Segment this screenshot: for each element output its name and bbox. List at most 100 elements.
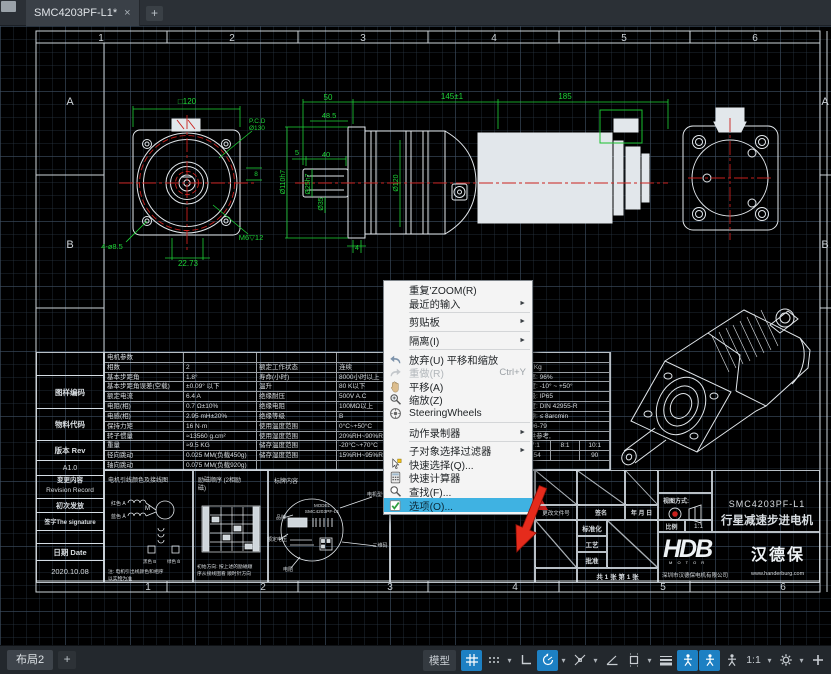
document-tab-bar: SMC4203PF-L1* × + — [0, 0, 831, 26]
tb-date-value: 2020.10.08 — [36, 560, 104, 583]
scale-label: 比例 — [658, 520, 685, 532]
param-table-cell: 储存温度范围 — [257, 441, 337, 451]
menu-item[interactable]: 子对象选择过滤器► — [384, 444, 532, 458]
cell-excitation: 励磁顺序 (2相励 磁) 初始方向: 按上述的励磁顺 序从接线图看 顺时针方向 — [193, 470, 268, 583]
chevron-down-icon[interactable]: ▾ — [591, 650, 600, 671]
snap-toggle-icon[interactable] — [483, 650, 504, 671]
tb-rev-label: 版本 Rev — [36, 440, 104, 461]
lineweight-toggle-icon[interactable] — [655, 650, 676, 671]
motor-symbol-m: M — [145, 506, 150, 512]
chevron-down-icon[interactable]: ▾ — [765, 650, 774, 671]
menu-item-label: 剪贴板 — [409, 314, 440, 329]
param-table-cell: 间隙: ≤ 8arcmin — [521, 412, 610, 422]
menu-item-shortcut: Ctrl+Y — [499, 367, 526, 378]
model-number: SMC4203PF-L1 — [713, 499, 820, 509]
find-icon — [388, 485, 402, 499]
param-table-cell: 额定工作状态 — [257, 363, 337, 373]
param-table-cell: 转子惯量 — [105, 432, 184, 442]
submenu-arrow-icon: ► — [519, 429, 526, 436]
plus-toggle-icon[interactable] — [807, 650, 828, 671]
param-table-row: 重量≈9.5 KG储存温度范围-20°C~+70°C7:18:110:1 — [105, 441, 610, 451]
close-tab-icon[interactable]: × — [124, 7, 130, 19]
menu-separator — [409, 349, 530, 350]
person-toggle-icon[interactable] — [677, 650, 698, 671]
tbr-blank-6 — [535, 568, 577, 583]
polar-toggle-icon[interactable] — [537, 650, 558, 671]
tbr-change-no: 更改文件号 — [535, 505, 577, 520]
param-table-cell: ≈9.5 KG — [184, 441, 257, 451]
otrack-toggle-icon[interactable] — [569, 650, 590, 671]
menu-item[interactable]: 缩放(Z) — [384, 393, 532, 407]
pan-icon — [388, 380, 402, 394]
param-table-row: 转子惯量≈13560 g.cm²使用湿度范围20%RH~90%RH仅供参考, — [105, 432, 610, 442]
menu-item-label: 选项(O)... — [409, 498, 453, 513]
param-table-cell: ±0.09° 以下 — [184, 382, 257, 392]
menu-item[interactable]: 剪贴板► — [384, 315, 532, 329]
menu-item[interactable]: 动作录制器► — [384, 425, 532, 439]
wire-b2-label: 绿色 B̄ — [167, 559, 180, 565]
menu-item[interactable]: 平移(A) — [384, 380, 532, 394]
param-table-cell: 基本步距角误差(空载) — [105, 382, 184, 392]
model-space-button[interactable]: 模型 — [423, 650, 456, 671]
cell-wiring: 电机引线颜色及接线图 红色 A 蓝色 Ā M 黑色 B 绿色 B̄ 注: 电机引… — [104, 470, 193, 583]
tb-rev-value: A1.0 — [36, 460, 104, 476]
menu-item[interactable]: 快速选择(Q)... — [384, 458, 532, 472]
tb-change-cn: 变更内容 — [37, 476, 103, 486]
objsnap-toggle-icon[interactable] — [623, 650, 644, 671]
company-name: 深圳市汉德保电机有限公司 — [662, 571, 728, 579]
param-table-row: 基本步距角误差(空载)±0.09° 以下温升80 K以下温度: -10° ~ +… — [105, 382, 610, 392]
new-tab-button[interactable]: + — [146, 6, 163, 21]
nameplate-title: 标牌内容 — [274, 476, 298, 485]
menu-item[interactable]: 快速计算器 — [384, 471, 532, 485]
chevron-down-icon[interactable]: ▾ — [797, 650, 806, 671]
menu-item[interactable]: 隔离(I)► — [384, 334, 532, 348]
chevron-down-icon[interactable]: ▾ — [645, 650, 654, 671]
chevron-down-icon[interactable]: ▾ — [505, 650, 514, 671]
gear-toggle-icon[interactable] — [775, 650, 796, 671]
tb-change-en: Revision Record — [37, 486, 103, 496]
param-table-cell: 绝缘耐压 — [257, 392, 337, 402]
param-table-row: 额定电流6.4 A绝缘耐压500V A.C等级: IP65 — [105, 392, 610, 402]
tbr-sheets: 共 1 张 第 1 张 — [577, 568, 658, 583]
cell-nameplate: 标牌内容 — [268, 470, 390, 583]
menu-item[interactable]: 重复'ZOOM(R) — [384, 283, 532, 297]
tbr-blank-5 — [607, 520, 658, 568]
grid-toggle-icon[interactable] — [461, 650, 482, 671]
menu-item-label: 最近的输入 — [409, 296, 460, 311]
param-table-row: 基本步距角1.8°寿命(小时)8000小时以上效率: 96% — [105, 373, 610, 383]
submenu-arrow-icon: ► — [519, 447, 526, 454]
hdb-logo-sub: M O T O R — [669, 560, 706, 565]
ortho-toggle-icon[interactable] — [515, 650, 536, 671]
tb-empty-2 — [36, 530, 104, 544]
excitation-title-2: 磁) — [198, 483, 206, 492]
param-table-cell: 温度: -10° ~ +50° — [521, 382, 610, 392]
product-name: 行星减速步进电机 — [713, 512, 820, 528]
person-toggle-icon[interactable] — [721, 650, 742, 671]
menu-item[interactable]: 查找(F)... — [384, 485, 532, 499]
menu-item[interactable]: 重做(R)Ctrl+Y — [384, 366, 532, 380]
menu-item[interactable]: 选项(O)... — [384, 498, 532, 512]
wheel-icon — [388, 407, 402, 421]
layout-tab[interactable]: 布局2 — [7, 650, 53, 670]
menu-item[interactable]: SteeringWheels — [384, 407, 532, 421]
param-table-cell: 径向跳动 — [105, 451, 184, 461]
drawing-tab[interactable]: SMC4203PF-L1* × — [26, 0, 140, 26]
person-toggle-icon[interactable] — [699, 650, 720, 671]
menu-item[interactable]: 放弃(U) 平移和缩放 — [384, 352, 532, 366]
param-table-cell: 电阻(相) — [105, 402, 184, 412]
param-table-cell: 2 — [184, 363, 257, 373]
chevron-down-icon[interactable]: ▾ — [559, 650, 568, 671]
tb-left-empty — [36, 352, 104, 376]
tbr-blank-7 — [658, 470, 712, 493]
tbr-logo-box: HDB M O T O R 汉德保 深圳市汉德保电机有限公司 www.hande… — [658, 532, 820, 583]
tb-first-issue: 初次发放 — [36, 498, 104, 513]
menu-separator — [409, 312, 530, 313]
angle-toggle-icon[interactable] — [601, 650, 622, 671]
undo-icon — [388, 352, 402, 366]
annotation-scale-value[interactable]: 1:1 — [743, 650, 764, 671]
submenu-arrow-icon: ► — [519, 300, 526, 307]
param-table-row: 径向跳动0.025 MM(负载450g)储存湿度范围15%RH~95%RH154… — [105, 451, 610, 461]
wiring-title: 电机引线颜色及接线图 — [108, 475, 168, 484]
add-layout-button[interactable]: + — [58, 651, 76, 669]
menu-item[interactable]: 最近的输入 ► — [384, 297, 532, 311]
